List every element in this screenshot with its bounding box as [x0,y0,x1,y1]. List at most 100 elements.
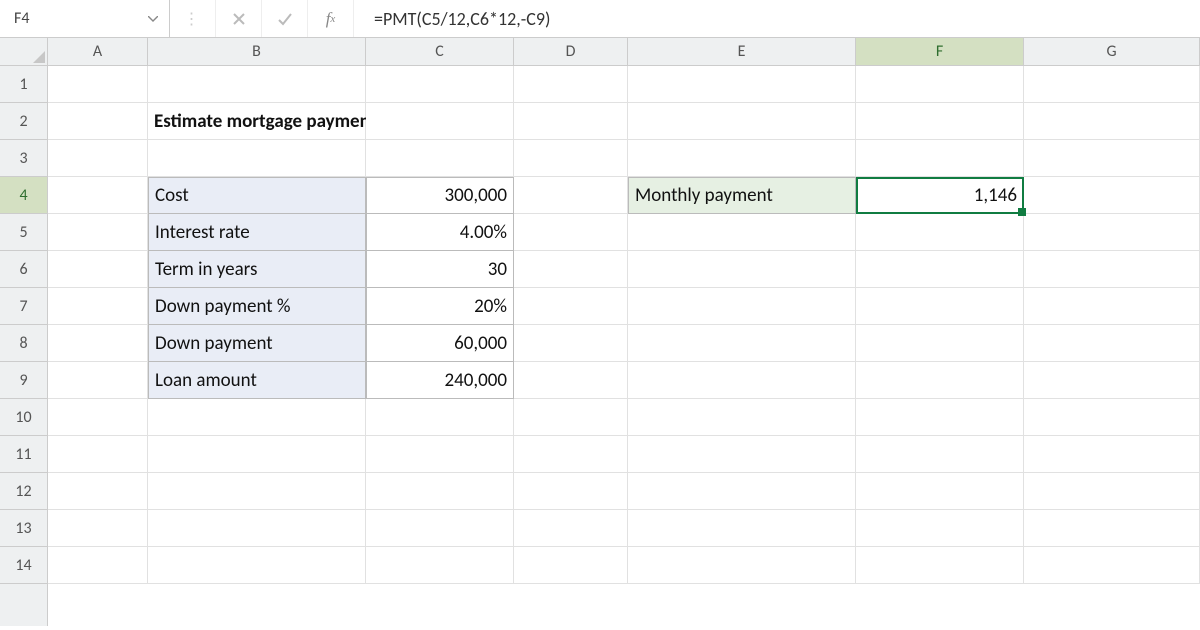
cell[interactable] [1024,66,1200,103]
cell[interactable] [514,325,628,362]
cell[interactable] [48,510,148,547]
cell[interactable] [856,325,1024,362]
column-header-F[interactable]: F [856,38,1024,65]
cell[interactable] [628,251,856,288]
row-header-11[interactable]: 11 [0,436,47,473]
cell[interactable] [514,214,628,251]
cell[interactable] [1024,399,1200,436]
column-header-G[interactable]: G [1024,38,1200,65]
cell[interactable] [1024,325,1200,362]
cell[interactable] [366,66,514,103]
cell[interactable] [514,473,628,510]
input-label-loan[interactable]: Loan amount [148,362,366,399]
cell[interactable] [1024,140,1200,177]
cell[interactable] [628,140,856,177]
cell[interactable] [628,288,856,325]
row-header-3[interactable]: 3 [0,140,47,177]
input-value-loan[interactable]: 240,000 [366,362,514,399]
cell[interactable] [856,66,1024,103]
cell[interactable] [628,399,856,436]
cell[interactable] [48,325,148,362]
cell[interactable] [514,66,628,103]
cell[interactable] [48,362,148,399]
column-header-D[interactable]: D [514,38,628,65]
cell[interactable] [48,66,148,103]
input-label-term[interactable]: Term in years [148,251,366,288]
cell[interactable] [1024,103,1200,140]
cell[interactable] [856,436,1024,473]
row-header-4[interactable]: 4 [0,177,47,214]
cell[interactable] [48,103,148,140]
row-header-12[interactable]: 12 [0,473,47,510]
column-header-B[interactable]: B [148,38,366,65]
cell[interactable] [514,140,628,177]
cell[interactable] [856,214,1024,251]
cell[interactable] [514,251,628,288]
cell[interactable] [856,547,1024,584]
row-header-2[interactable]: 2 [0,103,47,140]
result-label[interactable]: Monthly payment [628,177,856,214]
cell[interactable] [48,177,148,214]
cell[interactable] [1024,436,1200,473]
row-header-14[interactable]: 14 [0,547,47,584]
cell[interactable] [628,547,856,584]
row-header-8[interactable]: 8 [0,325,47,362]
cell[interactable] [628,436,856,473]
input-value-down-pct[interactable]: 20% [366,288,514,325]
column-header-E[interactable]: E [628,38,856,65]
cell[interactable] [1024,510,1200,547]
row-header-9[interactable]: 9 [0,362,47,399]
cell[interactable] [148,510,366,547]
cell[interactable] [148,66,366,103]
cell[interactable] [628,510,856,547]
cell[interactable] [856,473,1024,510]
row-header-10[interactable]: 10 [0,399,47,436]
cell[interactable] [514,436,628,473]
input-value-down[interactable]: 60,000 [366,325,514,362]
input-label-down[interactable]: Down payment [148,325,366,362]
cell[interactable] [366,399,514,436]
cell[interactable] [1024,214,1200,251]
cell[interactable] [48,214,148,251]
cell[interactable] [48,399,148,436]
row-header-7[interactable]: 7 [0,288,47,325]
cell[interactable] [628,214,856,251]
cell[interactable] [856,288,1024,325]
cell[interactable] [514,362,628,399]
cell[interactable] [1024,251,1200,288]
cell[interactable] [366,103,514,140]
cell[interactable] [514,547,628,584]
cell[interactable] [514,510,628,547]
cell[interactable] [628,473,856,510]
cell[interactable] [628,103,856,140]
input-value-cost[interactable]: 300,000 [366,177,514,214]
cell[interactable] [514,177,628,214]
cell[interactable] [1024,547,1200,584]
cell[interactable] [628,66,856,103]
cell[interactable] [48,547,148,584]
cell[interactable] [856,510,1024,547]
page-title[interactable]: Estimate mortgage payment [148,103,366,140]
cell[interactable] [628,325,856,362]
column-header-A[interactable]: A [48,38,148,65]
cell[interactable] [856,362,1024,399]
chevron-down-icon[interactable] [145,11,161,27]
row-header-6[interactable]: 6 [0,251,47,288]
cell[interactable] [148,399,366,436]
cell[interactable] [514,399,628,436]
cell[interactable] [1024,362,1200,399]
cell[interactable] [856,140,1024,177]
cell[interactable] [48,288,148,325]
result-value[interactable]: 1,146 [856,177,1024,214]
formula-input[interactable]: =PMT(C5/12,C6*12,-C9) [354,0,1200,37]
input-value-rate[interactable]: 4.00% [366,214,514,251]
cell[interactable] [148,140,366,177]
cell[interactable] [148,436,366,473]
cell[interactable] [856,399,1024,436]
cell[interactable] [366,510,514,547]
row-header-5[interactable]: 5 [0,214,47,251]
cell[interactable] [1024,473,1200,510]
cell[interactable] [48,473,148,510]
fx-icon[interactable]: fx [308,0,354,37]
cell[interactable] [514,288,628,325]
